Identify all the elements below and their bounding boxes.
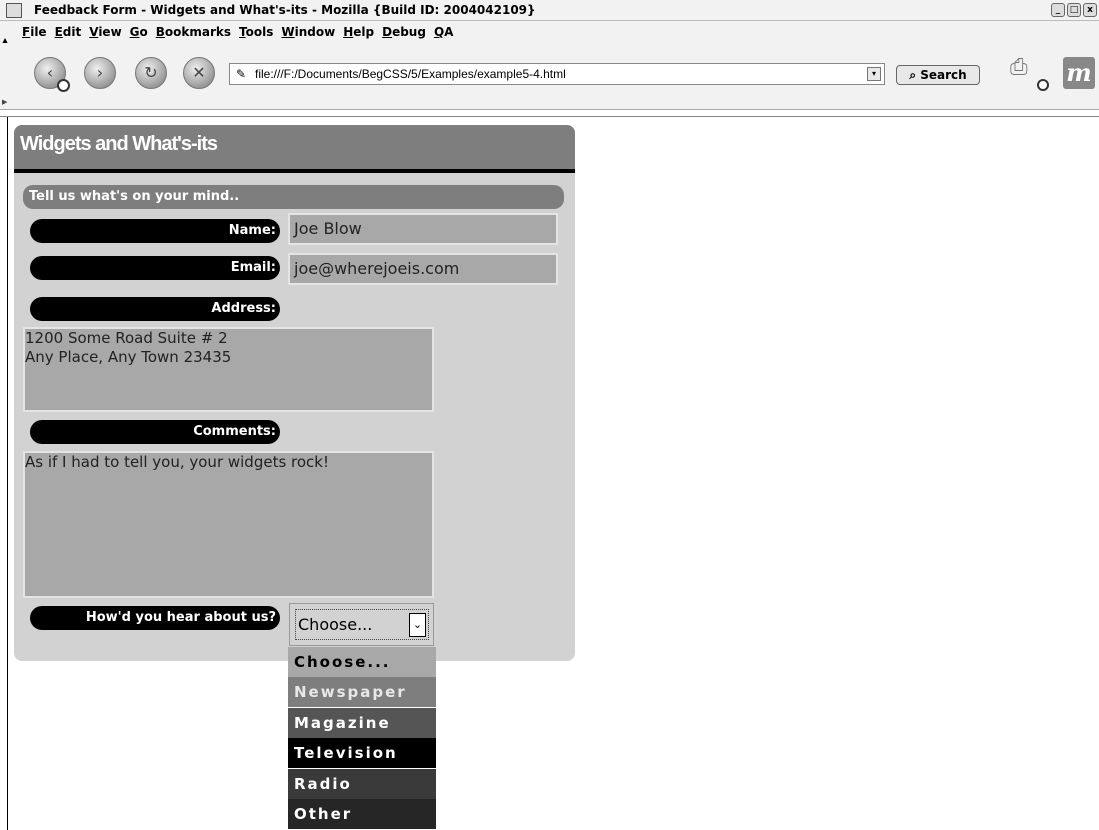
menu-window[interactable]: Window	[281, 21, 335, 43]
option-radio[interactable]: Radio	[288, 769, 436, 799]
email-label: Email:	[30, 256, 280, 280]
window-controls: _ □ x	[1051, 3, 1097, 17]
window-titlebar: Feedback Form - Widgets and What's-its -…	[0, 0, 1099, 21]
address-label: Address:	[30, 297, 280, 321]
search-button[interactable]: ⌕ Search	[896, 65, 980, 85]
menu-view[interactable]: View	[89, 21, 121, 43]
search-icon: ⌕	[909, 68, 917, 82]
comments-label: Comments:	[30, 420, 280, 444]
source-label: How'd you hear about us?	[30, 606, 280, 630]
option-choose[interactable]: Choose...	[288, 647, 436, 677]
page-icon: ✎	[236, 67, 247, 81]
dropdown-marker-icon[interactable]	[57, 79, 70, 92]
dropdown-marker-icon[interactable]	[1037, 79, 1049, 91]
reload-icon[interactable]: ↻	[135, 57, 167, 89]
minimize-button[interactable]: _	[1051, 3, 1065, 17]
source-dropdown-list: Choose... Newspaper Magazine Television …	[288, 647, 436, 830]
menu-go[interactable]: Go	[130, 21, 148, 43]
name-field[interactable]: Joe Blow	[288, 213, 558, 245]
stop-icon[interactable]: ✕	[183, 57, 215, 89]
throbber-logo-icon[interactable]: m	[1063, 57, 1095, 89]
sidebar-toggle-icon[interactable]: ▶	[2, 98, 7, 106]
feedback-form-panel: Widgets and What's-its Tell us what's on…	[14, 125, 575, 661]
page-title: Widgets and What's-its	[20, 133, 218, 155]
close-button[interactable]: x	[1083, 3, 1097, 17]
menu-file[interactable]: File	[22, 21, 47, 43]
menu-qa[interactable]: QA	[434, 21, 454, 43]
address-textarea[interactable]: 1200 Some Road Suite # 2 Any Place, Any …	[23, 327, 434, 412]
url-text[interactable]: file:///F:/Documents/BegCSS/5/Examples/e…	[255, 64, 566, 84]
option-other[interactable]: Other	[288, 799, 436, 829]
toolbar-grip-icon[interactable]: ▴	[2, 29, 8, 47]
form-legend: Tell us what's on your mind..	[23, 185, 564, 209]
back-arrow-icon[interactable]: ‹	[34, 57, 70, 92]
chevron-down-icon[interactable]: ⌄	[409, 613, 426, 637]
option-magazine[interactable]: Magazine	[288, 708, 436, 738]
address-line: 1200 Some Road Suite # 2	[25, 329, 228, 347]
legend-text: Tell us what's on your mind..	[29, 189, 240, 204]
menu-items: File Edit View Go Bookmarks Tools Window…	[22, 21, 453, 43]
comments-textarea[interactable]: As if I had to tell you, your widgets ro…	[23, 451, 434, 598]
menu-bookmarks[interactable]: Bookmarks	[156, 21, 231, 43]
menu-bar: ▴ File Edit View Go Bookmarks Tools Wind…	[0, 21, 1099, 47]
window-title: Feedback Form - Widgets and What's-its -…	[34, 3, 536, 17]
name-label: Name:	[30, 219, 280, 243]
print-icon[interactable]: ⎙	[1010, 57, 1049, 91]
url-history-dropdown-icon[interactable]: ▾	[867, 67, 881, 81]
search-button-label: Search	[920, 68, 967, 82]
source-select[interactable]: Choose... ⌄	[289, 603, 434, 646]
content-left-edge	[7, 117, 8, 830]
menu-help[interactable]: Help	[343, 21, 374, 43]
navigation-toolbar: ‹ › ↻ ✕ ✎ file:///F:/Documents/BegCSS/5/…	[0, 43, 1099, 110]
menu-debug[interactable]: Debug	[382, 21, 426, 43]
option-television[interactable]: Television	[288, 738, 436, 768]
url-bar[interactable]: ✎ file:///F:/Documents/BegCSS/5/Examples…	[229, 63, 885, 85]
comments-text: As if I had to tell you, your widgets ro…	[25, 453, 330, 471]
option-newspaper[interactable]: Newspaper	[288, 677, 436, 707]
menu-edit[interactable]: Edit	[55, 21, 82, 43]
menu-tools[interactable]: Tools	[239, 21, 273, 43]
address-line: Any Place, Any Town 23435	[25, 348, 232, 366]
panel-header: Widgets and What's-its	[14, 125, 575, 173]
forward-arrow-icon[interactable]: ›	[84, 57, 116, 89]
maximize-button[interactable]: □	[1067, 3, 1081, 17]
toolbar-divider	[0, 116, 1099, 117]
app-icon	[6, 3, 22, 18]
email-field[interactable]: joe@wherejoeis.com	[288, 253, 558, 285]
